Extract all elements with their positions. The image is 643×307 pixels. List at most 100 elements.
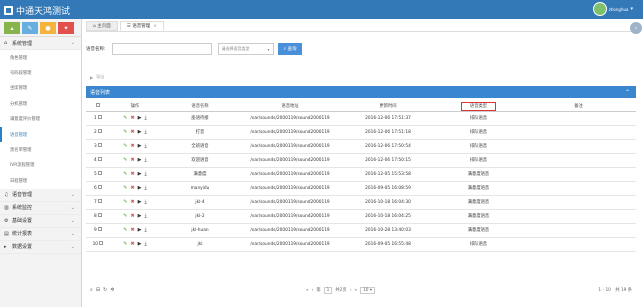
table-row[interactable]: 2 ✎ ✖ ▶ ⤓ 打音/var/sounds/2000119/sound2000119… (86, 125, 636, 140)
edit-icon[interactable]: ✎ (123, 171, 127, 177)
trash-icon[interactable]: ✖ (130, 115, 134, 121)
trash-icon[interactable]: ✖ (130, 241, 134, 247)
play-icon[interactable]: ▶ (138, 129, 142, 135)
table-row[interactable]: 8 ✎ ✖ ▶ ⤓ jkl-2/var/sounds/2000119/sound2000… (86, 209, 636, 224)
row-select[interactable]: 10 (86, 237, 110, 252)
sidebar-group-reports[interactable]: ▤ 统计报表 ⌄ (0, 228, 81, 241)
header-update-time[interactable]: 更新时间 (340, 101, 436, 112)
user-menu[interactable]: zhonghua ▾ (592, 2, 633, 16)
table-row[interactable]: 3 ✎ ✖ ▶ ⤓ 全班语音/var/sounds/2000119/sound20001… (86, 139, 636, 154)
header-remark[interactable]: 备注 (521, 101, 636, 112)
edit-icon[interactable]: ✎ (123, 115, 127, 121)
play-icon[interactable]: ▶ (138, 213, 142, 219)
play-icon[interactable]: ▶ (138, 185, 142, 191)
tab-voice-management[interactable]: ☰ 语音管理 × (119, 21, 165, 31)
row-select[interactable]: 8 (86, 209, 110, 224)
settings-icon[interactable]: ✲ (110, 287, 114, 293)
checkbox[interactable] (98, 213, 103, 217)
sidebar-item[interactable]: 满意度评价管理 (0, 111, 81, 127)
checkbox[interactable] (98, 143, 103, 147)
play-icon[interactable]: ▶ (138, 241, 142, 247)
trash-icon[interactable]: ✖ (130, 227, 134, 233)
download-icon[interactable]: ⤓ (145, 143, 147, 149)
row-select[interactable]: 1 (86, 111, 110, 126)
edit-icon[interactable]: ✎ (123, 199, 127, 205)
sidebar-item[interactable]: 角色管理 (0, 50, 81, 66)
edit-icon[interactable]: ✎ (123, 241, 127, 247)
download-icon[interactable]: ⤓ (145, 185, 147, 191)
download-icon[interactable]: ⤓ (145, 241, 147, 247)
play-icon[interactable]: ▶ (138, 227, 142, 233)
download-icon[interactable]: ⤓ (145, 115, 147, 121)
edit-icon[interactable]: ✎ (123, 185, 127, 191)
table-row[interactable]: 1 ✎ ✖ ▶ ⤓ 座语待接/var/sounds/2000119/sound20001… (86, 111, 636, 126)
checkbox[interactable] (98, 171, 103, 175)
checkbox[interactable] (98, 199, 103, 203)
table-row[interactable]: 6 ✎ ✖ ▶ ⤓ manyidu/var/sounds/2000119/sound20… (86, 181, 636, 196)
download-icon[interactable]: ⤓ (145, 213, 147, 219)
sidebar-item[interactable]: 坐席管理 (0, 80, 81, 97)
row-select[interactable]: 6 (86, 181, 110, 196)
shortcut-edit-button[interactable]: ✎ (22, 22, 38, 34)
collapse-button[interactable]: ‹ (630, 22, 642, 34)
header-address[interactable]: 语音地址 (240, 101, 340, 112)
table-row[interactable]: 5 ✎ ✖ ▶ ⤓ 满意度/var/sounds/2000119/sound200011… (86, 167, 636, 182)
row-select[interactable]: 7 (86, 195, 110, 210)
trash-icon[interactable]: ✖ (130, 171, 134, 177)
play-icon[interactable]: ▶ (138, 157, 142, 163)
trash-icon[interactable]: ⊟ (96, 287, 100, 293)
checkbox[interactable] (96, 102, 100, 107)
table-row[interactable]: 7 ✎ ✖ ▶ ⤓ jkl-4/var/sounds/2000119/sound2000… (86, 195, 636, 210)
header-voice-type[interactable]: 语音类型 (436, 101, 521, 112)
sidebar-item[interactable]: IVR流程管理 (0, 157, 81, 174)
trash-icon[interactable]: ✖ (130, 199, 134, 205)
sidebar-group-data[interactable]: ▸ 数据设置 ⌄ (0, 241, 81, 254)
type-select[interactable]: 请选择语音类型 ▾ (217, 43, 274, 55)
trash-icon[interactable]: ✖ (130, 157, 134, 163)
trash-icon[interactable]: ✖ (130, 129, 134, 135)
checkbox[interactable] (98, 115, 103, 119)
shortcut-users-button[interactable]: ● (40, 22, 56, 34)
table-row[interactable]: 9 ✎ ✖ ▶ ⤓ jkl-huan/var/sounds/2000119/sound2… (86, 223, 636, 238)
checkbox[interactable] (99, 241, 104, 245)
refresh-icon[interactable]: ↻ (103, 287, 107, 293)
play-icon[interactable]: ▶ (138, 171, 142, 177)
row-select[interactable]: 2 (86, 125, 110, 140)
play-icon[interactable]: ▶ (138, 115, 142, 121)
page-size-select[interactable]: 10 ▾ (360, 286, 376, 294)
shortcut-chart-button[interactable]: ▴ (4, 22, 20, 34)
edit-icon[interactable]: ✎ (123, 157, 127, 163)
download-icon[interactable]: ⤓ (145, 129, 147, 135)
close-icon[interactable]: × (153, 24, 157, 29)
trash-icon[interactable]: ✖ (130, 185, 134, 191)
checkbox[interactable] (98, 227, 103, 231)
last-page-icon[interactable]: » (354, 288, 357, 293)
sidebar-item[interactable]: 黑名单管理 (0, 142, 81, 158)
header-name[interactable]: 语音名称 (160, 101, 240, 112)
checkbox[interactable] (98, 185, 103, 189)
row-select[interactable]: 3 (86, 139, 110, 154)
sidebar-group-system[interactable]: ⌂ 系统管理 ⌄ (0, 37, 81, 50)
edit-icon[interactable]: ✎ (123, 129, 127, 135)
sidebar-group-voice[interactable]: ♫ 语音管理 ⌄ (0, 189, 81, 202)
chevron-up-icon[interactable]: ⌃ (625, 89, 630, 96)
play-icon[interactable]: ▶ (138, 143, 142, 149)
row-select[interactable]: 9 (86, 223, 110, 238)
table-row[interactable]: 10 ✎ ✖ ▶ ⤓ jkl/var/sounds/2000119/sound20001… (86, 237, 636, 252)
trash-icon[interactable]: ✖ (130, 213, 134, 219)
search-button[interactable]: ⌕ 查询 (277, 43, 303, 55)
row-select[interactable]: 5 (86, 167, 110, 182)
checkbox[interactable] (98, 157, 103, 161)
sidebar-group-monitor[interactable]: ▥ 系统监控 ⌄ (0, 202, 81, 215)
download-icon[interactable]: ⤓ (145, 227, 147, 233)
sidebar-group-basic[interactable]: ⚙ 基础设置 ⌄ (0, 215, 81, 228)
sidebar-item[interactable]: 分机管理 (0, 96, 81, 112)
sidebar-item[interactable]: 日程管理 (0, 173, 81, 189)
page-input[interactable]: 1 (323, 286, 333, 294)
prev-page-icon[interactable]: ‹ (312, 288, 314, 293)
first-page-icon[interactable]: « (306, 288, 309, 293)
sidebar-item[interactable]: 号码段管理 (0, 65, 81, 81)
checkbox[interactable] (98, 129, 103, 133)
trash-icon[interactable]: ✖ (130, 143, 134, 149)
export-toolbar[interactable]: ▶ 导出 (90, 74, 104, 80)
